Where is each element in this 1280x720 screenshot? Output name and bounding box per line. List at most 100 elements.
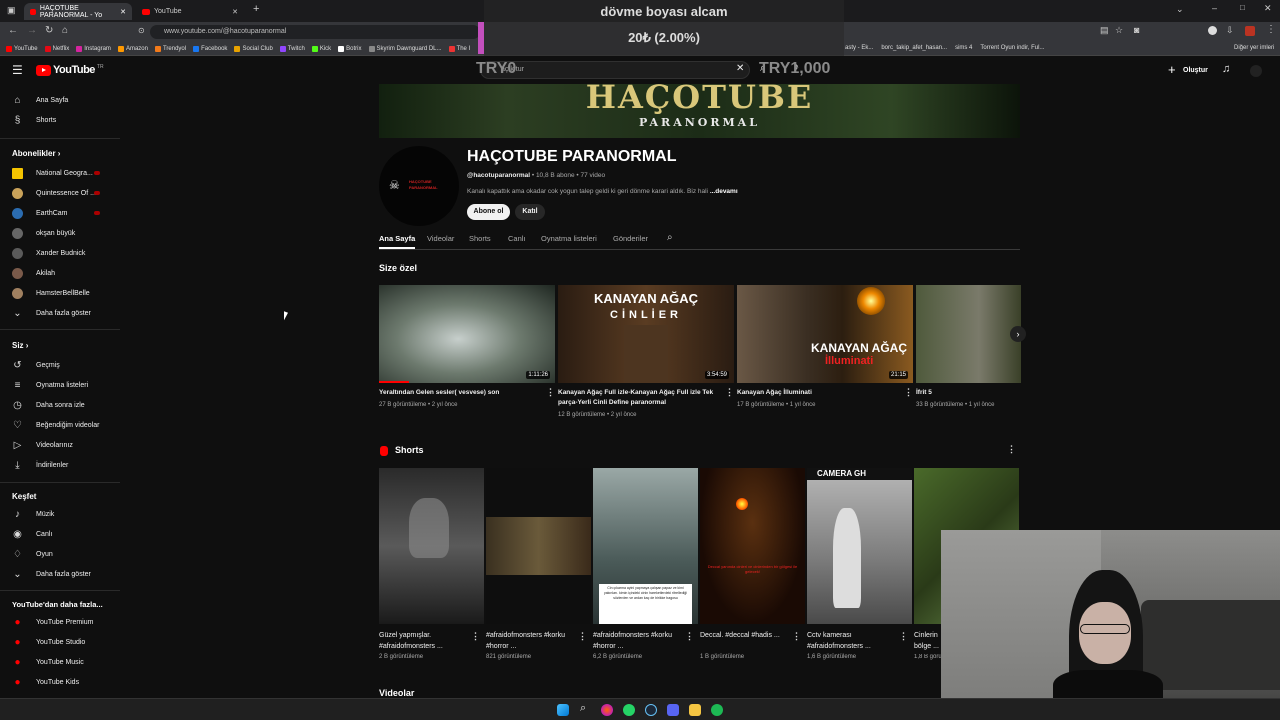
sidebar-item-your-videos[interactable]: ▷ Videolarınız (0, 436, 120, 454)
taskbar-discord-icon[interactable] (667, 704, 679, 716)
profile-icon[interactable] (1208, 26, 1217, 35)
bookmark-instagram[interactable]: Instagram (76, 45, 111, 52)
bookmark-social-club[interactable]: Social Club (234, 45, 273, 52)
video-more-icon[interactable]: ⋮ (904, 387, 913, 398)
menu-dots-icon[interactable]: ⋮ (1266, 24, 1276, 35)
short-title[interactable]: Cinlerin bölge ... (914, 630, 942, 652)
back-icon[interactable]: ← (8, 25, 18, 36)
channel-avatar[interactable]: ☠ HAÇOTUBE PARANORMAL (379, 146, 459, 226)
sidebar-item-kids[interactable]: ● YouTube Kids (0, 673, 120, 691)
short-title[interactable]: Deccal. #deccal #hadis ... (700, 630, 785, 641)
short-title[interactable]: #afraidofmonsters #korku #horror ... (486, 630, 571, 652)
video-title[interactable]: Kanayan Ağaç Full izle-Kanayan Ağaç Full… (558, 388, 723, 408)
extensions-icon[interactable]: ▤ (1100, 25, 1109, 36)
video-thumbnail-3[interactable]: KANAYAN AĞAÇ İlluminati 21:15 (737, 285, 913, 383)
sidebar-sub-hamster[interactable]: HamsterBellBelle (0, 284, 120, 302)
tab-posts[interactable]: Gönderiler (613, 234, 648, 243)
sidebar-sub-oksan[interactable]: okşan büyük (0, 224, 120, 242)
sidebar-item-shorts[interactable]: § Shorts (0, 111, 120, 129)
close-window-icon[interactable]: ✕ (1264, 3, 1272, 14)
taskbar-whatsapp-icon[interactable] (623, 704, 635, 716)
bookmark-botrix[interactable]: Botrix (338, 45, 362, 52)
sidebar-item-home[interactable]: ⌂ Ana Sayfa (0, 91, 120, 109)
short-thumbnail-3[interactable]: Cin çıkarma ayini yapmaya çalışan papaz … (593, 468, 698, 624)
shorts-section-more-icon[interactable]: ⋮ (1007, 444, 1016, 455)
you-heading[interactable]: Siz › (12, 341, 28, 350)
bookmark-star-icon[interactable]: ☆ (1115, 25, 1123, 36)
video-thumbnail-2[interactable]: KANAYAN AĞAÇ CİNLİER 3:54:59 (558, 285, 734, 383)
short-more-icon[interactable]: ⋮ (685, 631, 694, 642)
short-title[interactable]: Güzel yapmışlar. #afraidofmonsters ... (379, 630, 464, 652)
new-tab-icon[interactable]: + (253, 3, 259, 15)
carousel-next-button[interactable]: › (1010, 326, 1026, 342)
channel-description[interactable]: Kanalı kapattık ama okadar cok yogun tal… (467, 188, 738, 195)
taskbar-browser-icon[interactable] (601, 704, 613, 716)
close-tab-icon[interactable]: ✕ (120, 8, 126, 16)
screenshot-icon[interactable]: ◙ (1134, 25, 1139, 35)
reload-icon[interactable]: ↻ (45, 25, 53, 36)
create-button[interactable]: Oluştur (1183, 67, 1208, 74)
short-more-icon[interactable]: ⋮ (471, 631, 480, 642)
bookmark-amazon[interactable]: Amazon (117, 45, 148, 52)
bookmark-facebook[interactable]: Facebook (193, 45, 227, 52)
create-icon[interactable]: + (1168, 62, 1176, 77)
short-title[interactable]: #afraidofmonsters #korku #horror ... (593, 630, 678, 652)
tab-youtube[interactable]: YouTube ✕ (136, 3, 244, 20)
taskbar-search-icon[interactable]: ⌕ (580, 702, 586, 715)
video-more-icon[interactable]: ⋮ (546, 387, 555, 398)
sidebar-item-music[interactable]: ♪ Müzik (0, 505, 120, 523)
close-tab-icon[interactable]: ✕ (232, 8, 238, 16)
tab-list-icon[interactable]: ⌄ (1176, 4, 1184, 15)
tab-search-icon[interactable]: ▣ (7, 5, 16, 16)
short-thumbnail-4[interactable]: Deccal yanında cinleri ve cinlerinden bi… (700, 468, 805, 624)
windows-start-icon[interactable] (557, 704, 569, 716)
tab-active[interactable]: HAÇOTUBE PARANORMAL - Yo ✕ (24, 3, 132, 20)
sidebar-sub-earthcam[interactable]: EarthCam (0, 204, 120, 222)
youtube-logo[interactable]: YouTube TR (36, 64, 104, 76)
site-info-icon[interactable]: ⊙ (138, 26, 145, 35)
bookmark-asty[interactable]: asty - Ek... (845, 45, 873, 51)
bookmark-trendyol[interactable]: Trendyol (154, 45, 186, 52)
bookmark-sims[interactable]: sims 4 (955, 45, 972, 51)
other-bookmarks[interactable]: Diğer yer imleri (1234, 45, 1274, 51)
taskbar-spotify-icon[interactable] (711, 704, 723, 716)
sidebar-sub-natgeo[interactable]: National Geogra... (0, 164, 120, 182)
sidebar-sub-akilah[interactable]: Akilah (0, 264, 120, 282)
url-field[interactable]: www.youtube.com/@hacotuparanormal (150, 25, 480, 39)
bookmark-borc[interactable]: borc_takip_afet_hasan... (881, 45, 947, 51)
tab-shorts[interactable]: Shorts (469, 234, 491, 243)
forward-icon[interactable]: → (27, 25, 37, 36)
clear-search-icon[interactable]: ✕ (736, 63, 744, 74)
taskbar-files-icon[interactable] (689, 704, 701, 716)
sidebar-item-liked[interactable]: ♡ Beğendiğim videolar (0, 416, 120, 434)
sidebar-item-downloads[interactable]: ⤓ İndirilenler (0, 456, 120, 474)
sidebar-item-live[interactable]: ◉ Canlı (0, 525, 120, 543)
sidebar-item-history[interactable]: ↺ Geçmiş (0, 356, 120, 374)
bookmark-torrent[interactable]: Torrent Oyun indir, Ful... (980, 45, 1044, 51)
search-input[interactable]: açık tur (480, 61, 750, 79)
bookmark-twitch[interactable]: Twitch (279, 45, 305, 52)
subscriptions-heading[interactable]: Abonelikler › (12, 149, 60, 158)
description-more-link[interactable]: ...devamı (710, 188, 738, 195)
extension-red-icon[interactable] (1245, 26, 1255, 36)
short-thumbnail-2[interactable] (486, 468, 591, 624)
video-title[interactable]: İfrit 5 (916, 388, 1016, 398)
notifications-bell-icon[interactable]: ♫ (1222, 63, 1230, 75)
sidebar-item-gaming[interactable]: ♢ Oyun (0, 545, 120, 563)
bookmark-netflix[interactable]: Netflix (44, 45, 69, 52)
video-thumbnail-4[interactable] (916, 285, 1021, 383)
short-more-icon[interactable]: ⋮ (578, 631, 587, 642)
minimize-icon[interactable]: – (1212, 3, 1217, 13)
video-title[interactable]: Yeraltından Gelen sesler( vesvese) son (379, 388, 544, 398)
sidebar-explore-more[interactable]: ⌄ Daha fazla göster (0, 565, 120, 583)
short-title[interactable]: Cctv kamerası #afraidofmonsters ... (807, 630, 892, 652)
bookmark-skyrim[interactable]: Skyrim Dawnguard DL... (368, 45, 442, 52)
sidebar-item-studio[interactable]: ● YouTube Studio (0, 633, 120, 651)
video-title[interactable]: Kanayan Ağaç İlluminati (737, 388, 902, 398)
bookmark-youtube[interactable]: YouTube (6, 45, 38, 52)
account-avatar[interactable] (1250, 65, 1262, 77)
sidebar-item-premium[interactable]: ● YouTube Premium (0, 613, 120, 631)
sidebar-item-watch-later[interactable]: ◷ Daha sonra izle (0, 396, 120, 414)
tab-home[interactable]: Ana Sayfa (379, 234, 415, 243)
video-thumbnail-1[interactable]: 1:11:26 (379, 285, 555, 383)
